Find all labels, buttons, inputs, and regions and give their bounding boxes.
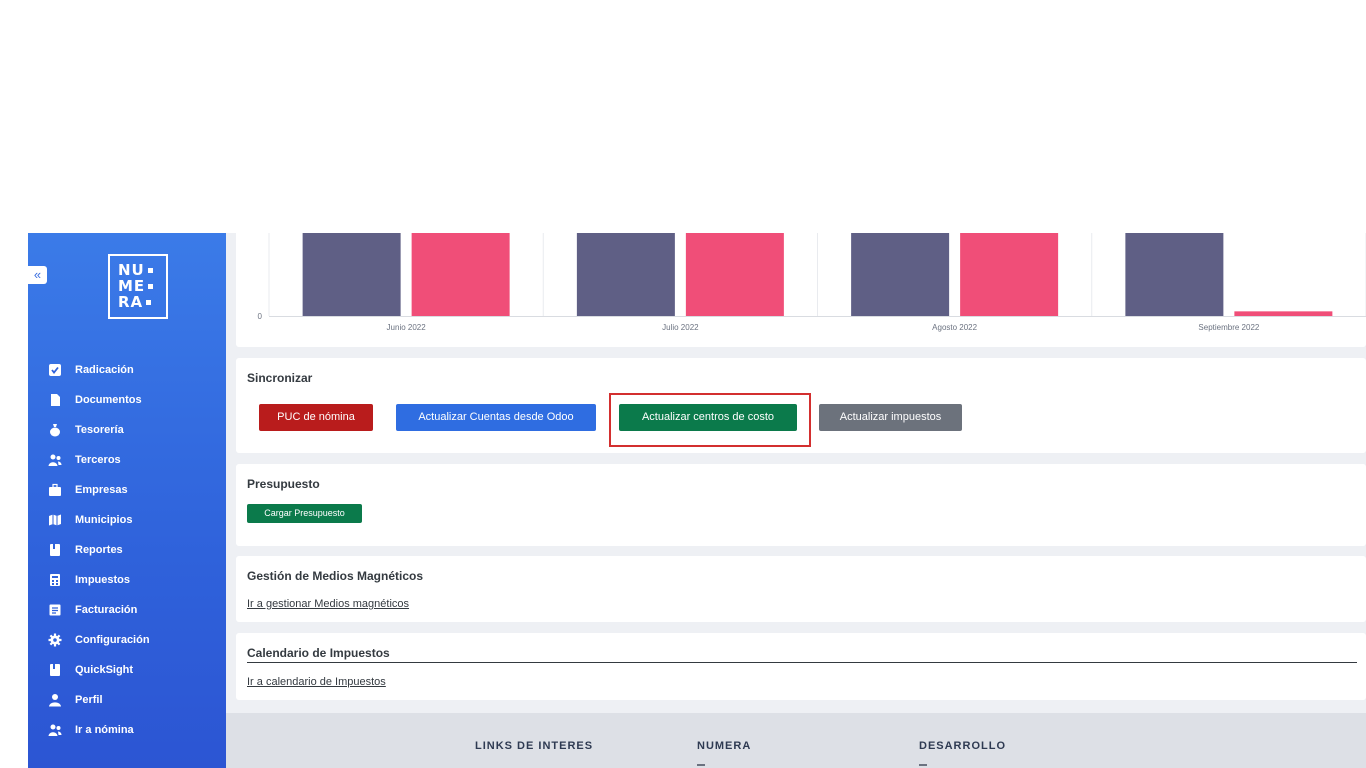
sidebar-item-label: Ir a nómina <box>75 724 134 736</box>
sidebar-item-label: Reportes <box>75 544 123 556</box>
sidebar-item-reportes[interactable]: Reportes <box>48 535 150 565</box>
bar-chart: 0 Junio 2022 Julio 2022 Agosto 2022 Septiemb… <box>258 233 1366 332</box>
sidebar-item-label: QuickSight <box>75 664 134 676</box>
sidebar-item-label: Municipios <box>75 514 133 526</box>
sidebar-item-terceros[interactable]: Terceros <box>48 445 150 475</box>
update-odoo-accounts-button[interactable]: Actualizar Cuentas desde Odoo <box>396 404 596 431</box>
puc-nomina-button[interactable]: PUC de nómina <box>259 404 373 431</box>
book-icon <box>48 543 62 557</box>
user-icon <box>48 693 62 707</box>
sidebar-item-label: Facturación <box>75 604 138 616</box>
sidebar-item-label: Radicación <box>75 364 134 376</box>
budget-card: Presupuesto Cargar Presupuesto <box>236 464 1366 546</box>
update-cost-centers-button[interactable]: Actualizar centros de costo <box>619 404 797 431</box>
sidebar-item-ir-a-nomina[interactable]: Ir a nómina <box>48 715 150 745</box>
sidebar-item-label: Tesorería <box>75 424 124 436</box>
footer: LINKS DE INTERES NUMERA DESARROLLO <box>226 713 1366 768</box>
footer-link-fragment[interactable] <box>697 764 705 766</box>
bar <box>302 233 401 316</box>
sidebar-nav: Radicación Documentos Tesorería Terceros… <box>48 355 150 745</box>
users-icon <box>48 723 62 737</box>
sidebar-item-documentos[interactable]: Documentos <box>48 385 150 415</box>
x-tick-label: Agosto 2022 <box>932 323 977 332</box>
sidebar-item-radicacion[interactable]: Radicación <box>48 355 150 385</box>
y-tick-label: 0 <box>258 312 263 321</box>
divider <box>247 662 1357 663</box>
update-taxes-button[interactable]: Actualizar impuestos <box>819 404 962 431</box>
sync-title: Sincronizar <box>247 371 313 385</box>
load-budget-button[interactable]: Cargar Presupuesto <box>247 504 362 523</box>
sidebar-item-label: Empresas <box>75 484 128 496</box>
chart-card: 0 Junio 2022 Julio 2022 Agosto 2022 Septiemb… <box>236 233 1366 347</box>
app-frame: « NU ME RA Radicación Documentos Tesorer… <box>28 233 1366 768</box>
map-icon <box>48 513 62 527</box>
bar <box>851 233 950 316</box>
footer-col-links: LINKS DE INTERES <box>475 740 594 752</box>
bar <box>576 233 675 316</box>
sidebar-item-label: Terceros <box>75 454 121 466</box>
invoice-icon <box>48 603 62 617</box>
sidebar-item-label: Documentos <box>75 394 142 406</box>
users-icon <box>48 453 62 467</box>
x-tick-label: Junio 2022 <box>387 323 427 332</box>
sidebar-item-label: Impuestos <box>75 574 131 586</box>
footer-link-fragment[interactable] <box>919 764 927 766</box>
calculator-icon <box>48 573 62 587</box>
tax-calendar-card: Calendario de Impuestos Ir a calendario … <box>236 633 1366 700</box>
gear-icon <box>48 633 62 647</box>
magnetic-media-title: Gestión de Medios Magnéticos <box>247 569 424 583</box>
sidebar: « NU ME RA Radicación Documentos Tesorer… <box>28 233 226 768</box>
document-icon <box>48 393 62 407</box>
bar <box>1125 233 1224 316</box>
briefcase-icon <box>48 483 62 497</box>
footer-col-desarrollo: DESARROLLO <box>919 740 1006 752</box>
checkbox-icon <box>48 363 62 377</box>
sidebar-item-facturacion[interactable]: Facturación <box>48 595 150 625</box>
bar <box>685 233 784 316</box>
bar <box>1234 311 1333 316</box>
sidebar-item-label: Perfil <box>75 694 103 706</box>
sidebar-item-configuracion[interactable]: Configuración <box>48 625 150 655</box>
magnetic-media-card: Gestión de Medios Magnéticos Ir a gestio… <box>236 556 1366 622</box>
x-tick-label: Julio 2022 <box>662 323 699 332</box>
main-content: 0 Junio 2022 Julio 2022 Agosto 2022 Septiemb… <box>226 233 1366 768</box>
sidebar-item-perfil[interactable]: Perfil <box>48 685 150 715</box>
budget-title: Presupuesto <box>247 477 320 491</box>
x-tick-label: Septiembre 2022 <box>1198 323 1259 332</box>
footer-col-numera: NUMERA <box>697 740 752 752</box>
collapse-sidebar-button[interactable]: « <box>28 266 47 284</box>
sidebar-item-empresas[interactable]: Empresas <box>48 475 150 505</box>
sync-card: Sincronizar PUC de nómina Actualizar Cue… <box>236 358 1366 453</box>
numera-logo[interactable]: NU ME RA <box>108 254 168 319</box>
money-bag-icon <box>48 423 62 437</box>
bar <box>411 233 510 316</box>
sidebar-item-tesoreria[interactable]: Tesorería <box>48 415 150 445</box>
double-chevron-left-icon: « <box>33 267 42 282</box>
sidebar-item-impuestos[interactable]: Impuestos <box>48 565 150 595</box>
bar <box>960 233 1059 316</box>
sidebar-item-label: Configuración <box>75 634 150 646</box>
tax-calendar-title: Calendario de Impuestos <box>247 646 390 660</box>
sidebar-item-quicksight[interactable]: QuickSight <box>48 655 150 685</box>
tax-calendar-link[interactable]: Ir a calendario de Impuestos <box>247 676 386 688</box>
book-icon <box>48 663 62 677</box>
magnetic-media-link[interactable]: Ir a gestionar Medios magnéticos <box>247 598 409 610</box>
sidebar-item-municipios[interactable]: Municipios <box>48 505 150 535</box>
